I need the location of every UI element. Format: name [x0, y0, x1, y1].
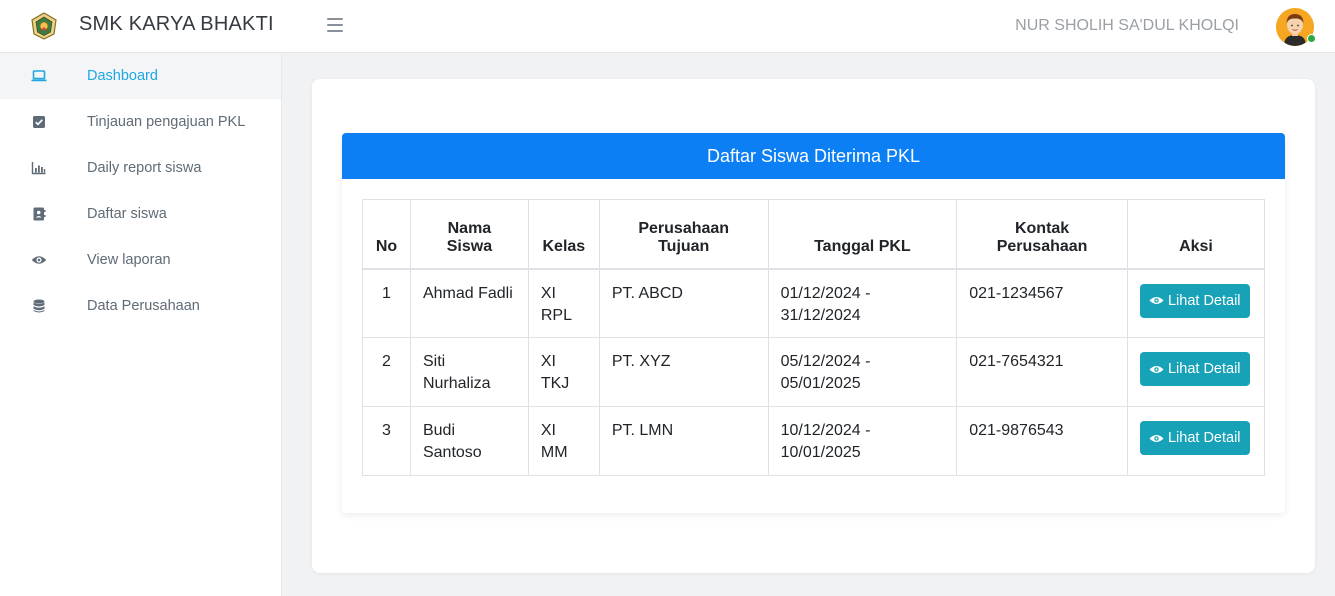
eye-icon: [1149, 365, 1164, 373]
sidebar: Dashboard Tinjauan pengajuan PKL Daily r…: [0, 53, 282, 596]
cell-perusahaan: PT. ABCD: [598, 268, 769, 338]
cell-no: 1: [362, 268, 411, 338]
cell-kontak: 021-9876543: [956, 406, 1128, 476]
sidebar-item-daily-report[interactable]: Daily report siswa: [0, 145, 281, 191]
button-label: Lihat Detail: [1167, 430, 1241, 446]
eye-icon: [1149, 434, 1164, 442]
table-row: 2 Siti Nurhaliza XI TKJ PT. XYZ 05/12/20…: [362, 337, 1266, 407]
brand-title[interactable]: SMK KARYA BHAKTI: [79, 13, 274, 36]
column-header-tanggal-pkl: Tanggal PKL: [767, 199, 958, 269]
sidebar-item-label: View laporan: [87, 252, 171, 268]
panel-title: Daftar Siswa Diterima PKL: [342, 133, 1285, 179]
button-label: Lihat Detail: [1167, 292, 1241, 309]
lihat-detail-button[interactable]: Lihat Detail: [1139, 283, 1250, 318]
column-header-kelas: Kelas: [527, 199, 600, 269]
cell-perusahaan: PT. LMN: [598, 406, 769, 476]
column-header-nama-siswa: Nama Siswa: [409, 199, 529, 269]
sidebar-item-view-laporan[interactable]: View laporan: [0, 237, 281, 283]
cell-kelas: XI TKJ: [527, 337, 600, 407]
sidebar-item-label: Data Perusahaan: [87, 298, 200, 314]
database-icon: [33, 299, 45, 313]
cell-tanggal-pkl: 01/12/2024 -31/12/2024: [767, 268, 958, 338]
table-header-row: No Nama Siswa Kelas Perusahaan Tujuan Tang…: [362, 199, 1266, 269]
cell-no: 3: [362, 406, 411, 476]
school-logo-icon[interactable]: [30, 12, 58, 40]
column-header-no: No: [362, 199, 411, 269]
sidebar-item-label: Dashboard: [87, 68, 158, 84]
cell-kontak: 021-1234567: [956, 268, 1128, 338]
cell-kontak: 021-7654321: [956, 337, 1128, 407]
sidebar-item-tinjauan-pengajuan[interactable]: Tinjauan pengajuan PKL: [0, 99, 281, 145]
cell-tanggal-pkl: 05/12/2024 -05/01/2025: [767, 337, 958, 407]
lihat-detail-button[interactable]: Lihat Detail: [1139, 421, 1250, 455]
cell-kelas: XI RPL: [527, 268, 600, 338]
address-book-icon: [33, 207, 46, 221]
button-label: Lihat Detail: [1167, 361, 1241, 377]
cell-nama-siswa: Siti Nurhaliza: [409, 337, 529, 407]
student-table: No Nama Siswa Kelas Perusahaan Tujuan Tang…: [362, 199, 1266, 476]
hamburger-menu-icon[interactable]: [327, 18, 343, 32]
sidebar-item-label: Daily report siswa: [87, 160, 202, 176]
laptop-icon: [31, 70, 47, 82]
table-row: 3 Budi Santoso XI MM PT. LMN 10/12/2024 …: [362, 406, 1266, 476]
student-list-panel: Daftar Siswa Diterima PKL No Nama Siswa K…: [342, 133, 1285, 513]
sidebar-item-daftar-siswa[interactable]: Daftar siswa: [0, 191, 281, 237]
cell-kelas: XI MM: [527, 406, 600, 476]
cell-aksi: Lihat Detail: [1126, 406, 1266, 476]
online-status-indicator: [1307, 34, 1316, 43]
cell-tanggal-pkl: 10/12/2024 -10/01/2025: [767, 406, 958, 476]
cell-nama-siswa: Budi Santoso: [409, 406, 529, 476]
table-row: 1 Ahmad Fadli XI RPL PT. ABCD 01/12/2024…: [362, 268, 1266, 338]
cell-perusahaan: PT. XYZ: [598, 337, 769, 407]
sidebar-item-label: Daftar siswa: [87, 206, 167, 222]
eye-icon: [1149, 296, 1164, 305]
cell-aksi: Lihat Detail: [1126, 337, 1266, 407]
top-navbar: SMK KARYA BHAKTI NUR SHOLIH SA'DUL KHOLQ…: [0, 0, 1335, 53]
check-square-icon: [33, 116, 45, 128]
sidebar-item-data-perusahaan[interactable]: Data Perusahaan: [0, 283, 281, 329]
sidebar-item-dashboard[interactable]: Dashboard: [0, 53, 281, 99]
eye-icon: [31, 256, 47, 264]
main-content-card: Daftar Siswa Diterima PKL No Nama Siswa K…: [312, 79, 1315, 573]
user-name[interactable]: NUR SHOLIH SA'DUL KHOLQI: [1015, 17, 1239, 35]
column-header-kontak-perusahaan: Kontak Perusahaan: [956, 199, 1128, 269]
column-header-aksi: Aksi: [1126, 199, 1266, 269]
column-header-perusahaan-tujuan: Perusahaan Tujuan: [598, 199, 769, 269]
lihat-detail-button[interactable]: Lihat Detail: [1139, 352, 1250, 386]
bar-chart-icon: [31, 162, 46, 175]
sidebar-item-label: Tinjauan pengajuan PKL: [87, 114, 246, 130]
cell-aksi: Lihat Detail: [1126, 268, 1266, 338]
cell-nama-siswa: Ahmad Fadli: [409, 268, 529, 338]
cell-no: 2: [362, 337, 411, 407]
